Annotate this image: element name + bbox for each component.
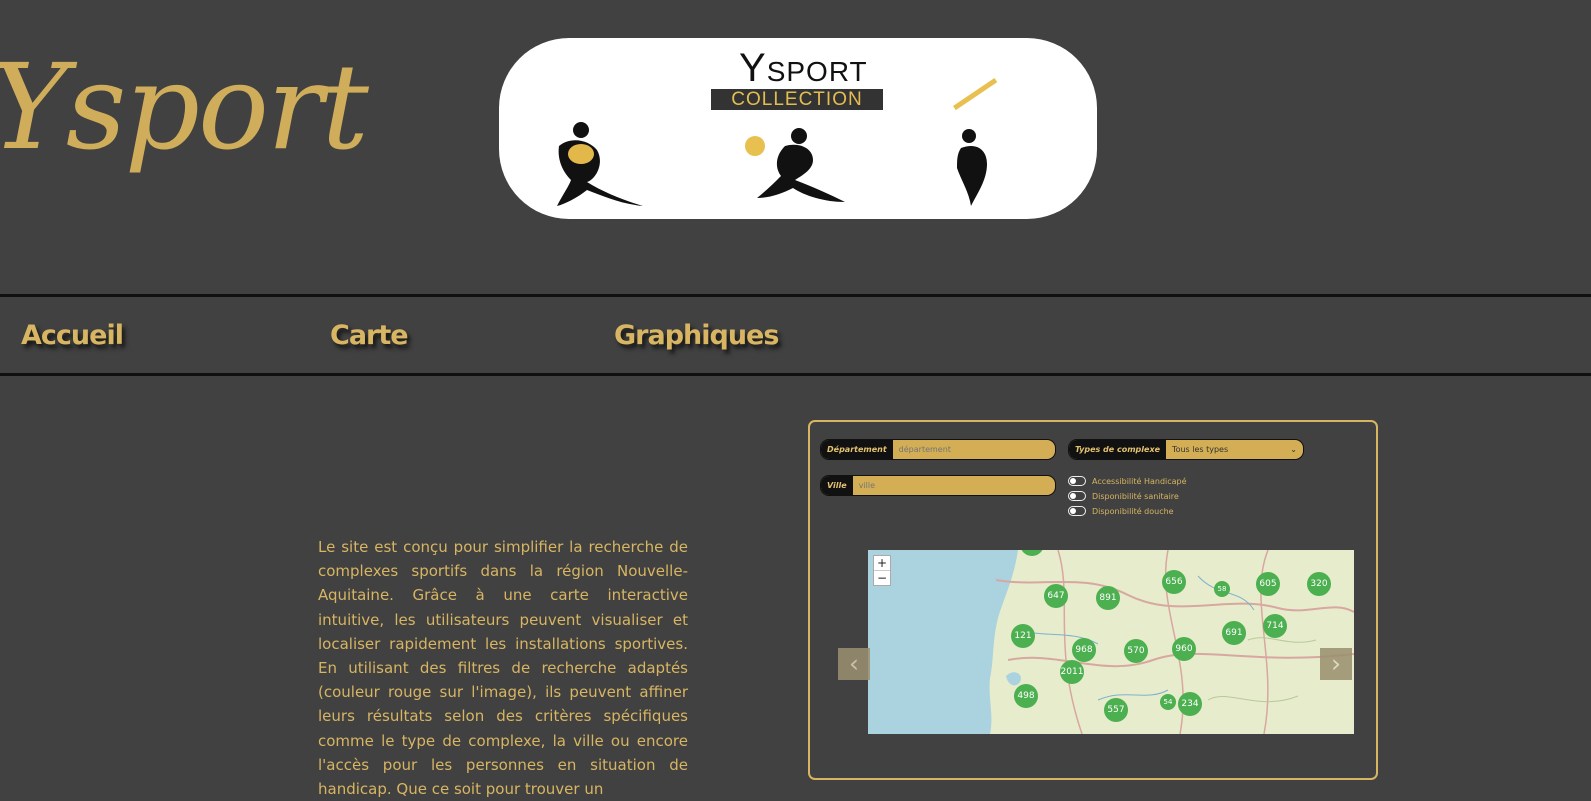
site-script-title: Ysport <box>0 38 369 176</box>
athlete-figures <box>557 78 998 206</box>
map-cluster-marker[interactable]: 121 <box>1011 624 1035 648</box>
carousel-prev-button[interactable]: ‹ <box>838 648 870 680</box>
sanitary-toggle[interactable]: Disponibilité sanitaire <box>1068 491 1179 501</box>
departement-filter[interactable]: Département <box>820 439 1056 460</box>
sanitary-toggle-label: Disponibilité sanitaire <box>1092 491 1179 501</box>
carousel-next-button[interactable]: › <box>1320 648 1352 680</box>
nav-link-graphiques[interactable]: Graphiques <box>614 320 779 351</box>
map-search-panel: Département Types de complexe Tous les t… <box>808 420 1378 780</box>
departement-label: Département <box>821 440 893 459</box>
ville-input[interactable] <box>852 476 1055 495</box>
complex-type-selected: Tous les types <box>1172 445 1229 454</box>
map-cluster-marker[interactable]: 647 <box>1044 584 1068 608</box>
toggle-switch-icon[interactable] <box>1068 506 1086 516</box>
accessibility-toggle-label: Accessibilité Handicapé <box>1092 476 1187 486</box>
zoom-out-button[interactable]: − <box>874 571 890 585</box>
ville-label: Ville <box>821 476 853 495</box>
accessibility-toggle[interactable]: Accessibilité Handicapé <box>1068 476 1187 486</box>
map-cluster-marker[interactable]: 2011 <box>1060 660 1084 684</box>
sports-complex-map[interactable]: + − 774891656586053206471219685709606917… <box>868 550 1354 734</box>
map-cluster-marker[interactable]: 960 <box>1172 637 1196 661</box>
zoom-in-button[interactable]: + <box>874 556 890 571</box>
complex-type-label: Types de complexe <box>1069 440 1167 459</box>
site-description: Le site est conçu pour simplifier la rec… <box>318 538 688 799</box>
departement-input[interactable] <box>892 440 1055 459</box>
nav-link-carte[interactable]: Carte <box>330 320 409 351</box>
complex-type-select[interactable]: Tous les types ⌄ <box>1166 440 1303 459</box>
map-zoom-controls: + − <box>873 555 891 586</box>
map-cluster-marker[interactable]: 968 <box>1072 638 1096 662</box>
map-cluster-marker[interactable]: 605 <box>1256 572 1280 596</box>
ville-filter[interactable]: Ville <box>820 475 1056 496</box>
map-cluster-marker[interactable]: 891 <box>1096 586 1120 610</box>
map-cluster-marker[interactable]: 557 <box>1104 698 1128 722</box>
ysport-collection-logo: YSPORT COLLECTION <box>499 38 1097 219</box>
athlete-volleyball-icon <box>745 128 845 202</box>
map-cluster-marker[interactable]: 58 <box>1214 581 1230 597</box>
map-cluster-marker[interactable]: 570 <box>1124 639 1148 663</box>
nav-link-accueil[interactable]: Accueil <box>21 320 124 351</box>
toggle-switch-icon[interactable] <box>1068 491 1086 501</box>
map-cluster-marker[interactable]: 691 <box>1222 621 1246 645</box>
athlete-football-icon <box>557 122 643 206</box>
map-cluster-marker[interactable]: 714 <box>1263 614 1287 638</box>
chevron-down-icon: ⌄ <box>1290 445 1297 454</box>
athlete-baseball-icon <box>953 78 998 206</box>
toggle-switch-icon[interactable] <box>1068 476 1086 486</box>
map-cluster-marker[interactable]: 498 <box>1014 684 1038 708</box>
map-cluster-marker[interactable]: 320 <box>1307 572 1331 596</box>
complex-type-filter[interactable]: Types de complexe Tous les types ⌄ <box>1068 439 1304 460</box>
shower-toggle-label: Disponibilité douche <box>1092 506 1174 516</box>
map-cluster-marker[interactable]: 656 <box>1162 570 1186 594</box>
map-cluster-marker[interactable]: 54 <box>1160 694 1176 710</box>
map-cluster-marker[interactable]: 234 <box>1178 692 1202 716</box>
shower-toggle[interactable]: Disponibilité douche <box>1068 506 1174 516</box>
main-navigation: Accueil Carte Graphiques <box>0 294 1591 376</box>
